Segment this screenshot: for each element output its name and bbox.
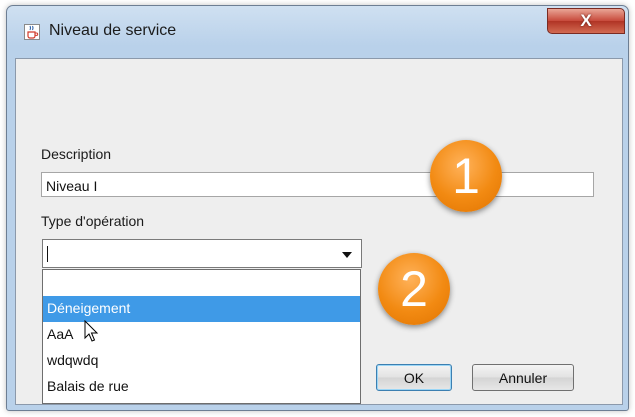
close-button[interactable]: X xyxy=(547,8,625,34)
chevron-down-icon[interactable] xyxy=(342,252,352,258)
mouse-pointer-icon xyxy=(84,320,99,342)
window-title: Niveau de service xyxy=(49,22,177,39)
dropdown-option[interactable]: Balais de rue xyxy=(43,374,360,400)
operation-type-select[interactable] xyxy=(42,239,362,268)
cancel-button[interactable]: Annuler xyxy=(472,364,574,391)
operation-type-label: Type d'opération xyxy=(41,213,145,229)
dropdown-option[interactable]: wdqwdq xyxy=(43,348,360,374)
title-bar[interactable]: Niveau de service X xyxy=(7,6,628,56)
dropdown-option-highlighted[interactable]: Déneigement xyxy=(43,296,360,322)
dialog-body: Description Niveau I Type d'opération Dé… xyxy=(15,58,623,405)
dialog-window: Niveau de service X Description Niveau I… xyxy=(6,5,629,411)
text-caret xyxy=(47,246,48,262)
ok-button[interactable]: OK xyxy=(376,364,452,391)
description-field[interactable]: Niveau I xyxy=(41,172,594,197)
dropdown-option[interactable] xyxy=(43,270,360,296)
java-cup-icon xyxy=(24,24,40,40)
callout-badge-1: 1 xyxy=(430,140,502,212)
description-label: Description xyxy=(41,146,112,162)
close-icon: X xyxy=(580,11,592,30)
callout-badge-2: 2 xyxy=(378,253,450,325)
